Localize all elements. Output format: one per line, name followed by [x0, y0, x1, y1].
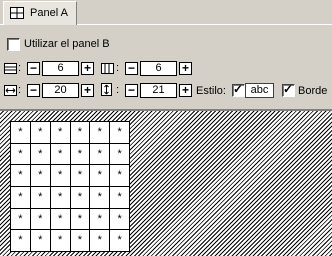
height-input[interactable]: 21	[140, 83, 177, 98]
style-label: Estilo:	[196, 85, 226, 97]
preview-cell: *	[11, 230, 31, 252]
preview-cell: *	[90, 143, 111, 166]
preview-cell: *	[90, 165, 111, 187]
width-input[interactable]: 20	[42, 83, 79, 98]
preview-cell: *	[30, 186, 51, 209]
check-mark-icon: ✓	[283, 82, 294, 96]
use-panel-b-checkbox[interactable]	[7, 38, 20, 51]
preview-cell: *	[30, 230, 51, 252]
preview-cell: *	[110, 165, 130, 187]
style-sample-button[interactable]: abc	[245, 83, 274, 98]
columns-decrement-button[interactable]: −	[125, 62, 138, 75]
height-decrement-button[interactable]: −	[125, 84, 138, 97]
columns-input[interactable]: 6	[140, 61, 177, 76]
preview-cell: *	[110, 208, 130, 231]
rows-input[interactable]: 6	[42, 61, 79, 76]
grid-icon	[10, 7, 24, 19]
table-preview: * * * * * * * * * * * * * * * * * * * * * * * * * * * * * * * * * * * *	[0, 109, 332, 256]
check-mark-icon: ✓	[233, 82, 244, 96]
preview-cell: *	[70, 208, 91, 231]
preview-cell: *	[11, 208, 31, 231]
width-decrement-button[interactable]: −	[27, 84, 40, 97]
preview-cell: *	[50, 186, 71, 209]
preview-cell: *	[30, 143, 51, 166]
preview-cell: *	[90, 208, 111, 231]
preview-cell: *	[110, 143, 130, 166]
preview-cell: *	[11, 165, 31, 187]
preview-cell: *	[11, 122, 31, 144]
rows-separator: :	[18, 62, 22, 74]
preview-cell: *	[90, 230, 111, 252]
rows-increment-button[interactable]: +	[81, 62, 94, 75]
settings-pane: Utilizar el panel B : − 6 + : − 6 + : − …	[0, 25, 332, 109]
columns-icon	[101, 63, 114, 74]
preview-cell: *	[70, 230, 91, 252]
preview-cell: *	[30, 208, 51, 231]
style-checkbox[interactable]: ✓	[232, 82, 245, 97]
height-increment-button[interactable]: +	[179, 84, 192, 97]
width-increment-button[interactable]: +	[81, 84, 94, 97]
preview-cell: *	[11, 186, 31, 209]
preview-cell: *	[50, 208, 71, 231]
columns-increment-button[interactable]: +	[179, 62, 192, 75]
preview-cell: *	[30, 122, 51, 144]
preview-cell: *	[11, 143, 31, 166]
preview-cell: *	[90, 122, 111, 144]
preview-cell: *	[110, 186, 130, 209]
tab-label: Panel A	[30, 7, 68, 19]
width-icon	[4, 85, 17, 96]
preview-cell: *	[110, 122, 130, 144]
border-checkbox[interactable]: ✓	[282, 82, 295, 97]
preview-cell: *	[50, 122, 71, 144]
preview-cell: *	[70, 165, 91, 187]
preview-cell: *	[50, 230, 71, 252]
preview-cell: *	[70, 143, 91, 166]
tab-panel-a[interactable]: Panel A	[3, 1, 77, 25]
rows-decrement-button[interactable]: −	[27, 62, 40, 75]
height-separator: :	[116, 84, 120, 96]
preview-cell: *	[110, 230, 130, 252]
border-label: Borde	[298, 85, 328, 97]
tab-strip: Panel A	[0, 0, 332, 26]
preview-grid: * * * * * * * * * * * * * * * * * * * * * * * * * * * * * * * * * * * *	[10, 121, 130, 252]
rows-icon	[4, 63, 17, 74]
height-icon	[101, 83, 112, 96]
use-panel-b-label: Utilizar el panel B	[24, 38, 110, 50]
preview-cell: *	[90, 186, 111, 209]
preview-cell: *	[50, 143, 71, 166]
preview-cell: *	[30, 165, 51, 187]
preview-cell: *	[70, 186, 91, 209]
columns-separator: :	[116, 62, 120, 74]
width-separator: :	[18, 84, 22, 96]
preview-cell: *	[70, 122, 91, 144]
preview-cell: *	[50, 165, 71, 187]
